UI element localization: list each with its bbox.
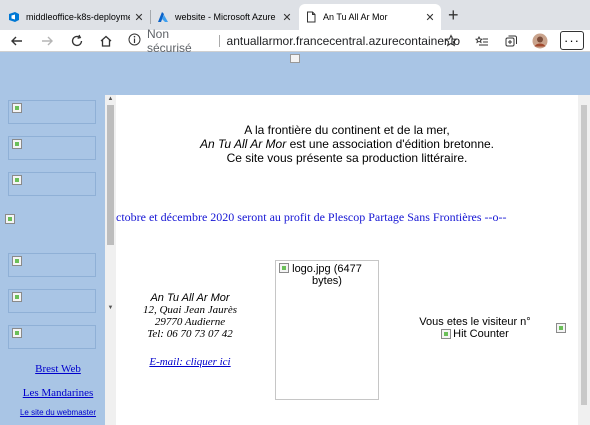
- nav-image-frame[interactable]: [8, 100, 96, 124]
- forward-arrow-icon[interactable]: [38, 32, 56, 50]
- broken-image-icon: [12, 328, 22, 338]
- scroll-up-icon[interactable]: ▲: [106, 96, 115, 102]
- refresh-icon[interactable]: [68, 32, 86, 50]
- close-tab-icon[interactable]: ✕: [425, 11, 435, 24]
- nav-image-frame[interactable]: [8, 289, 96, 313]
- left-navigation: Brest Web Les Mandarines Le site du webm…: [0, 52, 105, 425]
- nav-image-frame[interactable]: [8, 253, 96, 277]
- contact-address: An Tu All Ar Mor 12, Quai Jean Jaurès 29…: [135, 292, 245, 368]
- url-field[interactable]: Non sécurisé antuallarmor.francecentral.…: [128, 27, 460, 55]
- broken-image-icon: [441, 329, 452, 339]
- info-icon[interactable]: [128, 33, 141, 49]
- broken-image-icon: [12, 103, 22, 113]
- close-tab-icon[interactable]: ✕: [282, 11, 292, 24]
- tab-an-tu-all-ar-mor[interactable]: An Tu All Ar Mor ✕: [299, 4, 441, 30]
- scrollbar-thumb[interactable]: [107, 105, 114, 245]
- url-text[interactable]: antuallarmor.francecentral.azurecontaine…: [227, 34, 460, 48]
- favorites-list-icon[interactable]: [473, 32, 491, 50]
- visitor-label: Vous etes le visiteur n°: [419, 316, 531, 328]
- broken-image-icon: [12, 256, 22, 266]
- intro-line-3: Ce site vous présente sa production litt…: [226, 151, 468, 165]
- hit-counter-image: Hit Counter: [441, 328, 509, 340]
- tab-title: website - Microsoft Azure: [175, 12, 276, 22]
- broken-image-icon: [12, 175, 22, 185]
- header-broken-image: [290, 54, 300, 63]
- scroll-down-icon[interactable]: ▼: [106, 305, 115, 311]
- tab-title: An Tu All Ar Mor: [323, 12, 388, 22]
- intro-line-1: A la frontière du continent et de la mer…: [244, 123, 450, 137]
- new-tab-icon[interactable]: +: [448, 6, 459, 24]
- main-content-frame: ▲ ▼ A la frontière du continent et de la…: [105, 95, 590, 425]
- home-icon[interactable]: [97, 32, 115, 50]
- address-toolbar: Non sécurisé antuallarmor.francecentral.…: [0, 27, 590, 55]
- back-arrow-icon[interactable]: [8, 32, 26, 50]
- contact-street: 12, Quai Jean Jaurès: [142, 304, 238, 316]
- broken-image-icon: [12, 292, 22, 302]
- logo-image: logo.jpg (6477 bytes): [275, 260, 379, 400]
- broken-image-icon: [5, 214, 15, 224]
- nav-image-frame[interactable]: [8, 172, 96, 196]
- profile-avatar-icon[interactable]: [531, 32, 549, 50]
- contact-phone: Tel: 06 70 73 07 42: [147, 328, 233, 340]
- hit-counter-alt: Hit Counter: [453, 328, 509, 340]
- nav-image-frame[interactable]: [8, 136, 96, 160]
- more-options-button[interactable]: ···: [560, 31, 584, 50]
- favorite-star-icon[interactable]: [442, 32, 460, 50]
- security-status: Non sécurisé: [147, 27, 192, 55]
- email-link[interactable]: E-mail: cliquer ici: [135, 356, 245, 368]
- azure-icon: [157, 11, 169, 23]
- divider: [218, 35, 220, 47]
- visitor-counter: Vous etes le visiteur n° Hit Counter: [405, 316, 545, 342]
- link-webmaster-site[interactable]: Le site du webmaster: [0, 408, 116, 417]
- intro-line-2: An Tu All Ar Mor est une association d'é…: [116, 137, 578, 151]
- tab-bar: middleoffice-k8s-deployment ✕ website - …: [0, 0, 590, 30]
- tab-title: middleoffice-k8s-deployment: [26, 12, 130, 22]
- link-brest-web[interactable]: Brest Web: [0, 363, 116, 375]
- intro-line-2-rest: est une association d'édition bretonne.: [286, 137, 495, 151]
- association-name: An Tu All Ar Mor: [199, 137, 287, 151]
- close-tab-icon[interactable]: ✕: [134, 11, 144, 24]
- logo-alt-text: logo.jpg (6477 bytes): [292, 263, 362, 287]
- contact-city: 29770 Audierne: [154, 316, 226, 328]
- link-les-mandarines[interactable]: Les Mandarines: [0, 387, 116, 399]
- scrolling-announcement: ctobre et décembre 2020 seront au profit…: [116, 210, 507, 224]
- broken-image-icon: [12, 139, 22, 149]
- page-icon: [305, 11, 317, 23]
- web-page: Brest Web Les Mandarines Le site du webm…: [0, 52, 590, 425]
- devops-icon: [8, 11, 20, 23]
- broken-image-icon: [556, 323, 566, 333]
- contact-name: An Tu All Ar Mor: [150, 292, 230, 304]
- tab-middleoffice[interactable]: middleoffice-k8s-deployment ✕: [2, 4, 150, 30]
- scrollbar-thumb[interactable]: [581, 105, 587, 405]
- right-frame-scrollbar[interactable]: [578, 95, 590, 425]
- nav-image-frame[interactable]: [8, 325, 96, 349]
- left-frame-scrollbar[interactable]: ▲ ▼: [105, 95, 116, 425]
- intro-text: A la frontière du continent et de la mer…: [116, 123, 578, 165]
- collections-icon[interactable]: [502, 32, 520, 50]
